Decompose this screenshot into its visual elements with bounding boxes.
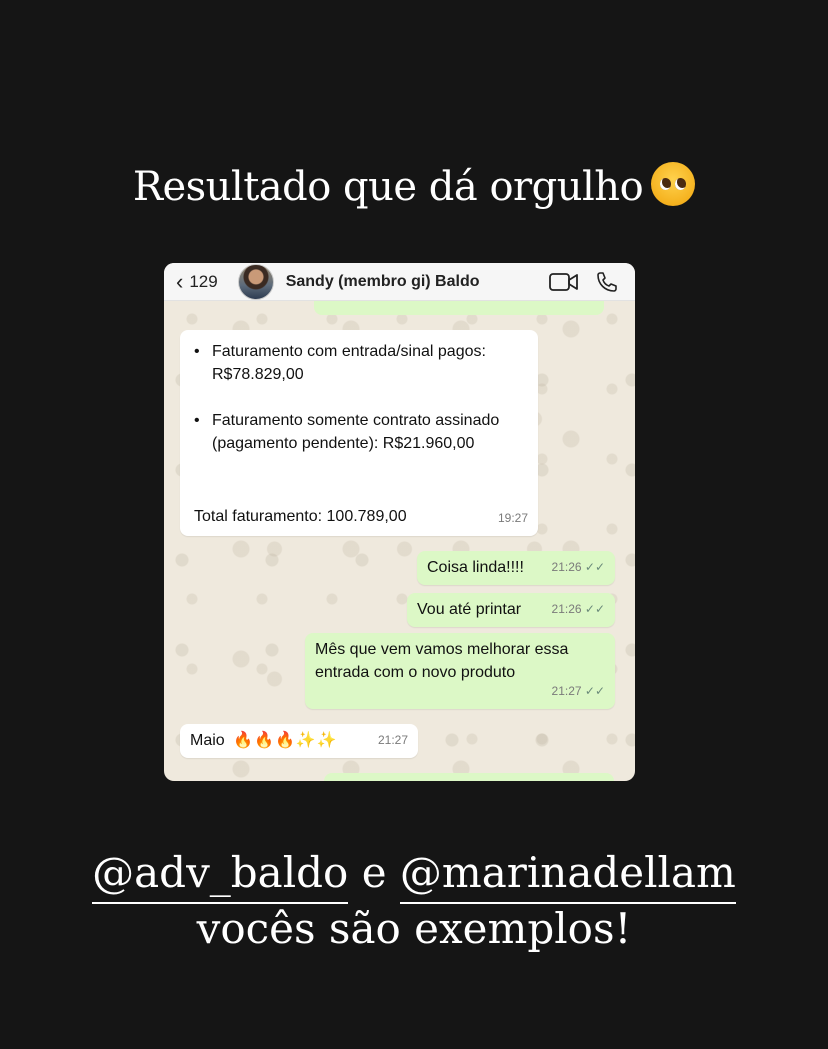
message-incoming[interactable]: Maio 🔥🔥🔥✨✨ 21:27 [180, 724, 418, 758]
message-time: 21:27 ✓✓ [551, 684, 605, 698]
message-outgoing[interactable]: Mês que vem vamos melhorar essa entrada … [305, 633, 615, 709]
message-outgoing[interactable]: Vou até printar 21:26 ✓✓ [407, 593, 615, 627]
mention-link[interactable]: @marinadellam [399, 845, 736, 904]
message-time: 19:27 [497, 511, 528, 525]
message-text: Mês que vem vamos melhorar essa entrada … [315, 641, 569, 681]
read-ticks-icon: ✓✓ [584, 560, 605, 574]
headline: Resultado que dá orgulho [0, 162, 828, 210]
total-text: Total faturamento: 100.789,00 [194, 508, 407, 525]
message-incoming[interactable]: Faturamento com entrada/sinal pagos: R$7… [180, 330, 538, 536]
message-time: 21:27 [377, 733, 408, 747]
read-ticks-icon: ✓✓ [584, 602, 605, 616]
message-text: Coisa linda!!!! [427, 559, 524, 576]
mention-link[interactable]: @adv_baldo [92, 845, 349, 904]
chat-screenshot: ‹ 129 Sandy (membro gi) Baldo Faturament… [164, 263, 635, 781]
contact-name[interactable]: Sandy (membro gi) Baldo [286, 273, 549, 291]
previous-message-edge [314, 301, 604, 315]
avatar[interactable] [237, 263, 274, 300]
chevron-left-icon: ‹ [176, 268, 184, 294]
message-outgoing[interactable]: Coisa linda!!!! 21:26 ✓✓ [417, 551, 615, 585]
footer-caption: @adv_baldo e @marinadellam vocês são exe… [0, 845, 828, 957]
next-message-edge [324, 773, 614, 781]
list-item: Faturamento somente contrato assinado (p… [194, 409, 524, 455]
chat-header: ‹ 129 Sandy (membro gi) Baldo [164, 263, 635, 301]
message-text: Vou até printar [417, 601, 522, 618]
headline-text: Resultado que dá orgulho [132, 164, 644, 210]
caption-line: vocês são exemplos! [196, 904, 632, 953]
video-call-icon[interactable] [549, 272, 579, 292]
back-button[interactable]: ‹ 129 [176, 268, 218, 294]
message-text: Maio [190, 732, 225, 749]
mentions-line: @adv_baldo e @marinadellam [0, 845, 828, 904]
message-time: 21:26 ✓✓ [551, 602, 605, 616]
connector-text: e [361, 848, 387, 897]
phone-icon[interactable] [595, 270, 619, 294]
pleading-face-icon [651, 162, 696, 206]
read-ticks-icon: ✓✓ [584, 684, 605, 698]
unread-count: 129 [189, 271, 218, 291]
message-time: 21:26 ✓✓ [551, 560, 605, 574]
fire-sparkles-emoji-icon: 🔥🔥🔥✨✨ [233, 732, 338, 749]
list-item: Faturamento com entrada/sinal pagos: R$7… [194, 340, 524, 386]
